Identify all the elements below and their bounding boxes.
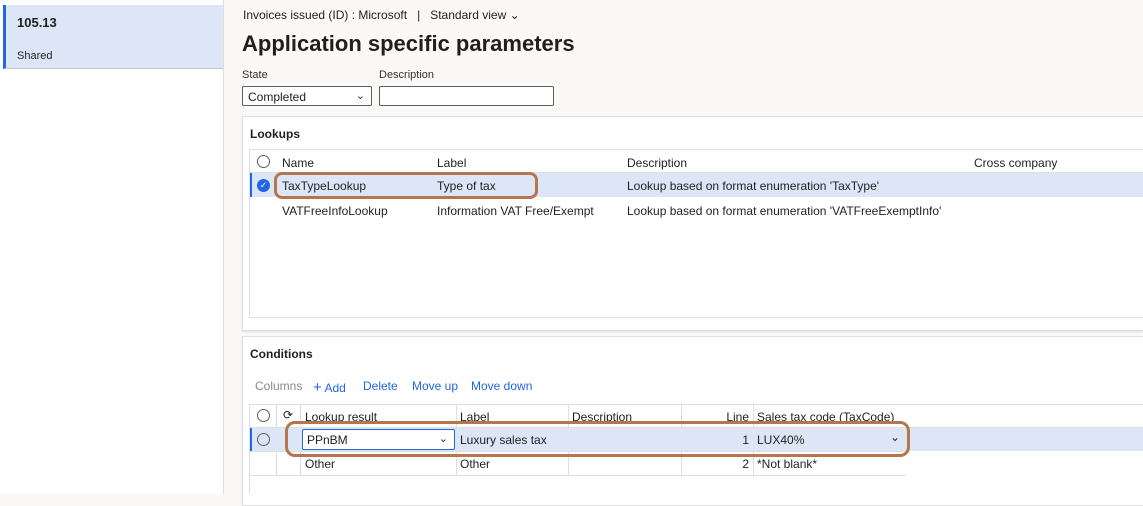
state-label: State (242, 69, 268, 81)
row-label: Information VAT Free/Exempt (437, 204, 594, 218)
plus-icon: + (313, 379, 322, 396)
col-cross-company[interactable]: Cross company (974, 156, 1057, 170)
state-select[interactable]: Completed ⌄ (242, 86, 372, 106)
state-value: Completed (248, 90, 307, 104)
col-description[interactable]: Description (627, 156, 687, 170)
row-tax-code[interactable]: *Not blank* (757, 457, 817, 471)
annotation-highlight (274, 172, 538, 199)
col-label[interactable]: Label (437, 156, 466, 170)
refresh-icon[interactable]: ⟳ (283, 408, 293, 422)
item-subtitle: Shared (17, 50, 53, 62)
row-line: 2 (742, 457, 749, 471)
description-input[interactable] (379, 86, 554, 106)
lookups-title: Lookups (250, 127, 300, 141)
chevron-down-icon: ⌄ (509, 8, 520, 22)
row-label: Other (460, 457, 491, 471)
move-down-button[interactable]: Move down (471, 379, 532, 393)
row-description: Lookup based on format enumeration 'TaxT… (627, 179, 880, 193)
annotation-highlight (285, 421, 910, 457)
move-up-button[interactable]: Move up (412, 379, 458, 393)
breadcrumb: Invoices issued (ID) : Microsoft | Stand… (243, 8, 520, 22)
checkmark-icon[interactable]: ✓ (257, 179, 270, 192)
description-label: Description (379, 69, 435, 81)
row-name[interactable]: VATFreeInfoLookup (282, 204, 388, 218)
breadcrumb-text: Invoices issued (ID) : Microsoft (243, 8, 408, 22)
separator: | (417, 8, 421, 22)
row-lookup-result[interactable]: Other (305, 457, 335, 471)
page-title: Application specific parameters (242, 31, 575, 56)
view-selector[interactable]: Standard view ⌄ (430, 8, 519, 22)
list-item-selected[interactable]: 105.13 Shared (3, 5, 223, 69)
col-name[interactable]: Name (282, 156, 314, 170)
view-label: Standard view (430, 8, 507, 22)
select-all-radio[interactable] (257, 155, 270, 168)
item-title: 105.13 (17, 15, 57, 30)
chevron-down-icon: ⌄ (355, 90, 365, 102)
conditions-title: Conditions (250, 347, 313, 361)
select-all-radio[interactable] (257, 409, 270, 422)
add-button[interactable]: + Add (313, 379, 346, 396)
row-radio[interactable] (257, 433, 270, 446)
delete-button[interactable]: Delete (363, 379, 398, 393)
add-label: Add (324, 381, 346, 395)
row-description: Lookup based on format enumeration 'VATF… (627, 204, 942, 218)
left-list-pane: 105.13 Shared (0, 0, 224, 494)
columns-button[interactable]: Columns (255, 379, 302, 393)
